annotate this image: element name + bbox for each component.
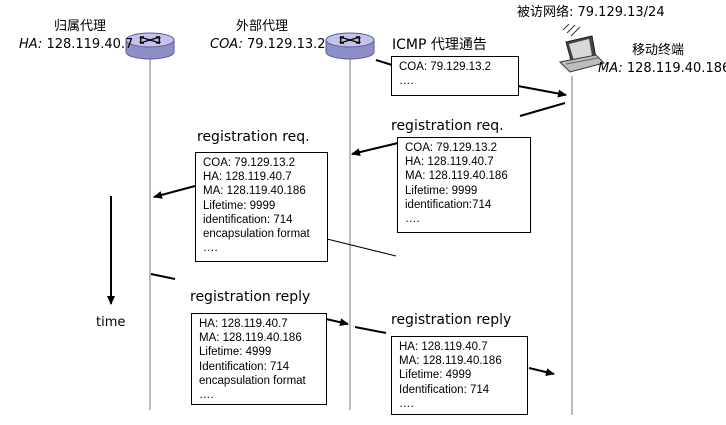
mobile-addr: 128.119.40.186	[626, 61, 726, 76]
reg-req-foreign-box: COA: 79.129.13.2 HA: 128.119.40.7 MA: 12…	[195, 152, 328, 262]
message-line: ….	[203, 242, 218, 255]
reg-reply-home-arrow-seg2	[325, 318, 349, 327]
message-line: HA: 128.119.40.7	[199, 318, 288, 330]
home-agent-title: 归属代理	[54, 19, 107, 34]
icmp-advert-box: COA: 79.129.13.2 ….	[391, 56, 519, 96]
message-line: identification: 714	[203, 213, 293, 226]
message-line: MA: 128.119.40.186	[405, 170, 508, 183]
mobile-addr-prefix: MA:	[598, 61, 623, 76]
message-line: Lifetime: 9999	[203, 199, 276, 212]
message-line: Lifetime: 4999	[399, 369, 472, 382]
reg-reply-home-arrow-seg1	[150, 273, 176, 280]
message-line: COA: 79.129.13.2	[399, 61, 492, 73]
message-line: encapsulation format	[199, 374, 306, 387]
reg-req-mobile-box: COA: 79.129.13.2 HA: 128.119.40.7 MA: 12…	[397, 137, 531, 233]
visited-network-label: 被访网络: 79.129.13/24	[517, 5, 665, 20]
mobile-node-title: 移动终端	[632, 43, 685, 58]
foreign-agent-router-icon	[325, 32, 375, 60]
reg-req-foreign-arrow-seg2	[326, 238, 397, 257]
reg-reply-foreign-title: registration reply	[391, 312, 512, 328]
foreign-agent-address: COA: 79.129.13.2	[210, 37, 326, 53]
reg-req-foreign-title: registration req.	[197, 129, 310, 145]
reg-reply-foreign-arrow-seg1	[354, 326, 387, 334]
icmp-advert-arrow-seg2	[517, 85, 567, 98]
message-line: Lifetime: 4999	[199, 346, 272, 359]
message-line: HA: 128.119.40.7	[405, 156, 494, 169]
reg-reply-home-box: HA: 128.119.40.7 MA: 128.119.40.186 Life…	[191, 313, 327, 405]
home-agent-addr-prefix: HA:	[19, 37, 43, 52]
foreign-agent-title: 外部代理	[236, 19, 289, 34]
home-agent-address: HA: 128.119.40.7	[19, 37, 133, 53]
icmp-advert-arrow-seg1	[375, 59, 393, 66]
reg-req-foreign-arrow-seg1	[153, 185, 196, 199]
message-line: ….	[405, 213, 420, 226]
message-line: HA: 128.119.40.7	[203, 171, 292, 184]
message-line: Identification: 714	[399, 383, 490, 396]
message-line: MA: 128.119.40.186	[399, 355, 502, 368]
message-line: MA: 128.119.40.186	[199, 332, 302, 345]
mobile-node-address: MA: 128.119.40.186	[598, 61, 726, 77]
reg-req-mobile-arrow-seg2	[351, 142, 399, 157]
message-line: Lifetime: 9999	[405, 184, 478, 197]
foreign-agent-addr: 79.129.13.2	[246, 37, 326, 52]
message-line: COA: 79.129.13.2	[405, 142, 498, 154]
foreign-agent-addr-prefix: COA:	[210, 37, 243, 52]
reg-reply-foreign-arrow-seg2	[528, 367, 555, 377]
message-line: identification:714	[405, 198, 492, 211]
icmp-advert-title: ICMP 代理通告	[392, 37, 487, 53]
message-line: ….	[399, 397, 414, 410]
message-line: ….	[199, 389, 214, 402]
message-line: encapsulation format	[203, 228, 310, 241]
message-line: MA: 128.119.40.186	[203, 185, 306, 198]
message-line: HA: 128.119.40.7	[399, 341, 488, 353]
home-agent-addr: 128.119.40.7	[46, 37, 134, 52]
reg-reply-foreign-box: HA: 128.119.40.7 MA: 128.119.40.186 Life…	[391, 336, 528, 415]
message-line: Identification: 714	[199, 360, 290, 373]
message-line: ….	[399, 75, 414, 88]
reg-reply-home-title: registration reply	[190, 289, 311, 305]
reg-req-mobile-title: registration req.	[391, 118, 504, 134]
message-line: COA: 79.129.13.2	[203, 157, 296, 169]
reg-req-mobile-arrow-seg1	[519, 102, 566, 117]
time-label: time	[96, 315, 126, 330]
